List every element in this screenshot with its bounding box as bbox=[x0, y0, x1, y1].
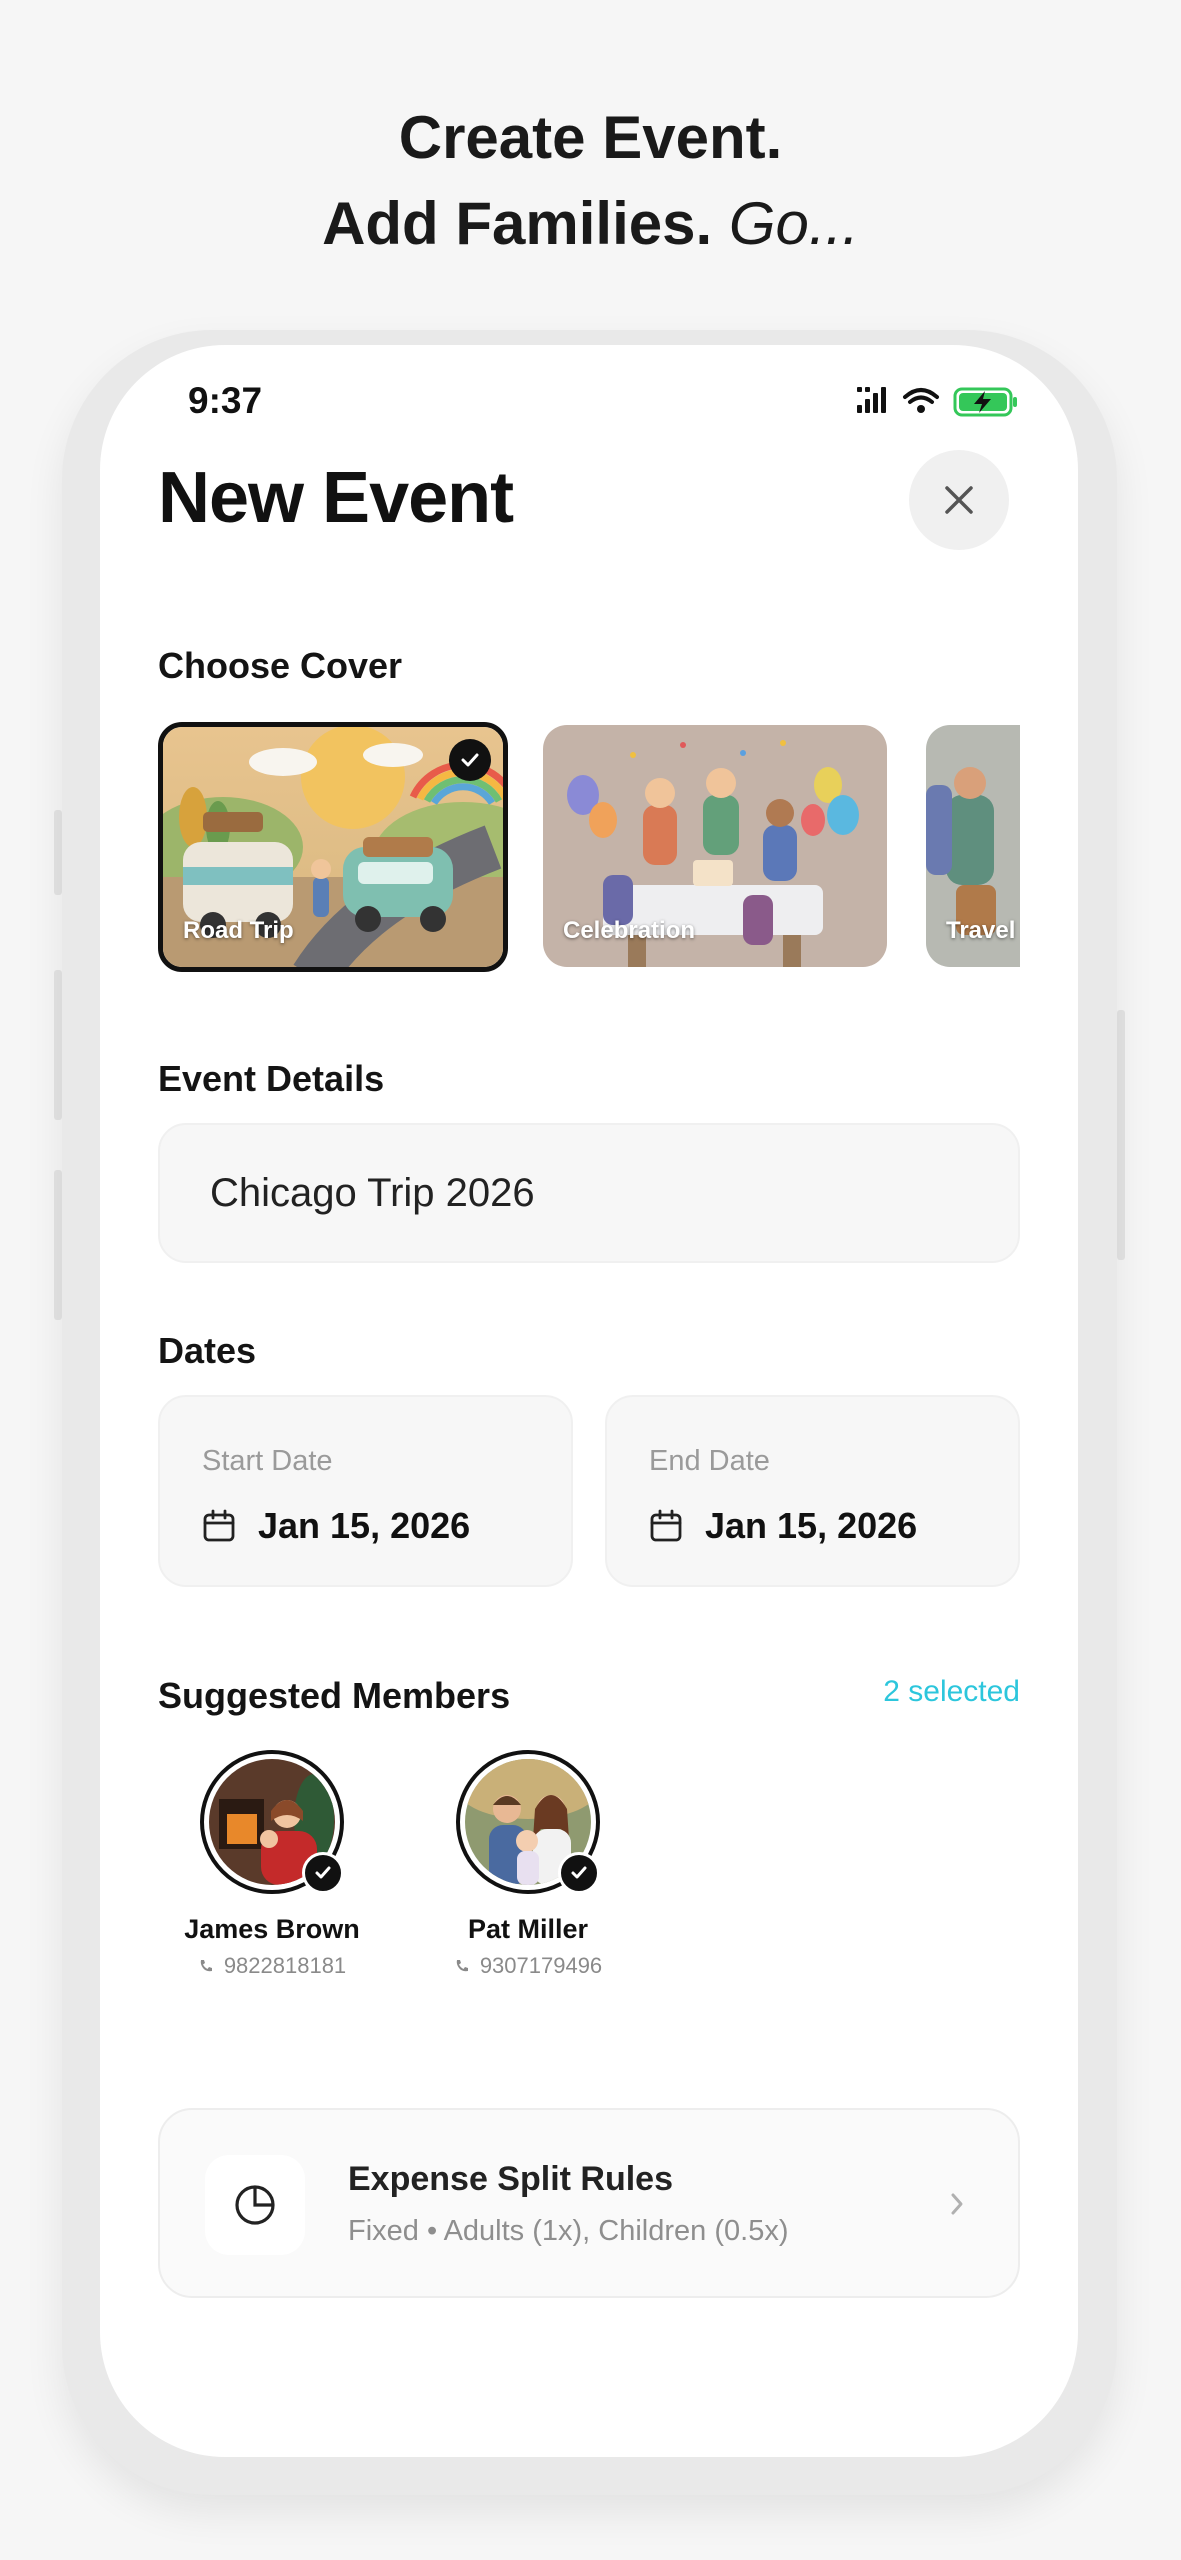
phone-side-button bbox=[54, 1170, 62, 1320]
cover-option-celebration[interactable]: Celebration bbox=[543, 725, 887, 967]
close-button[interactable] bbox=[909, 450, 1009, 550]
start-date-label: Start Date bbox=[202, 1445, 333, 1477]
avatar bbox=[456, 1750, 600, 1894]
dates-label: Dates bbox=[158, 1330, 257, 1371]
wifi-icon bbox=[903, 388, 939, 413]
member-name: James Brown bbox=[184, 1914, 360, 1944]
expense-subtitle: Fixed • Adults (1x), Children (0.5x) bbox=[348, 2215, 789, 2247]
headline-line-2: Add Families. Go... bbox=[0, 181, 1181, 267]
status-icons bbox=[855, 385, 1035, 417]
end-date-label: End Date bbox=[649, 1445, 770, 1477]
cover-title: Celebration bbox=[563, 917, 696, 944]
phone-icon bbox=[200, 1960, 212, 1972]
check-icon bbox=[302, 1852, 344, 1894]
event-details-label: Event Details bbox=[158, 1058, 385, 1099]
calendar-icon bbox=[203, 1509, 235, 1542]
end-date-value: Jan 15, 2026 bbox=[705, 1505, 918, 1546]
cover-title: Road Trip bbox=[183, 917, 294, 944]
status-time: 9:37 bbox=[188, 380, 263, 421]
calendar-icon bbox=[650, 1509, 682, 1542]
chevron-right-icon bbox=[948, 2190, 966, 2223]
expense-split-rules-row[interactable]: Expense Split Rules Fixed • Adults (1x),… bbox=[158, 2108, 1020, 2298]
app-screen: 9:37 New Event Choose Cover Road Trip Ce… bbox=[100, 345, 1078, 2457]
cover-option-road-trip[interactable]: Road Trip bbox=[158, 722, 508, 972]
phone-side-button bbox=[1117, 1010, 1125, 1260]
battery-charging-icon bbox=[953, 387, 1017, 417]
cover-carousel[interactable]: Road Trip Celebration Travel bbox=[158, 722, 1020, 972]
close-icon bbox=[945, 486, 973, 514]
choose-cover-label: Choose Cover bbox=[158, 645, 403, 686]
check-icon bbox=[449, 739, 491, 781]
cover-option-travel[interactable]: Travel bbox=[926, 725, 1020, 967]
member-phone: 9822818181 bbox=[152, 1953, 392, 1979]
end-date-field[interactable]: End Date Jan 15, 2026 bbox=[605, 1395, 1020, 1587]
marketing-headline: Create Event. Add Families. Go... bbox=[0, 95, 1181, 267]
headline-bold: Add Families. bbox=[322, 190, 713, 257]
headline-line-1: Create Event. bbox=[398, 104, 783, 171]
phone-side-button bbox=[54, 970, 62, 1120]
member-name: Pat Miller bbox=[467, 1914, 589, 1944]
event-name-value: Chicago Trip 2026 bbox=[210, 1170, 535, 1215]
expense-title: Expense Split Rules bbox=[348, 2160, 673, 2198]
headline-italic: Go... bbox=[728, 190, 859, 257]
cover-title: Travel bbox=[946, 917, 1016, 944]
phone-icon bbox=[456, 1960, 468, 1972]
suggested-members-label: Suggested Members bbox=[158, 1675, 511, 1716]
member-phone-number: 9822818181 bbox=[223, 1953, 347, 1978]
member-james-brown[interactable]: James Brown 9822818181 bbox=[152, 1750, 392, 1979]
page-title: New Event bbox=[158, 458, 514, 538]
check-icon bbox=[558, 1852, 600, 1894]
signal-icon bbox=[857, 387, 1017, 417]
member-pat-miller[interactable]: Pat Miller 9307179496 bbox=[408, 1750, 648, 1979]
avatar bbox=[200, 1750, 344, 1894]
start-date-field[interactable]: Start Date Jan 15, 2026 bbox=[158, 1395, 573, 1587]
member-phone: 9307179496 bbox=[408, 1953, 648, 1979]
pie-chart-icon bbox=[205, 2155, 305, 2255]
selected-count[interactable]: 2 selected bbox=[870, 1675, 1020, 1709]
phone-side-button bbox=[54, 810, 62, 895]
event-name-input[interactable]: Chicago Trip 2026 bbox=[158, 1123, 1020, 1263]
start-date-value: Jan 15, 2026 bbox=[258, 1505, 471, 1546]
member-phone-number: 9307179496 bbox=[479, 1953, 603, 1978]
